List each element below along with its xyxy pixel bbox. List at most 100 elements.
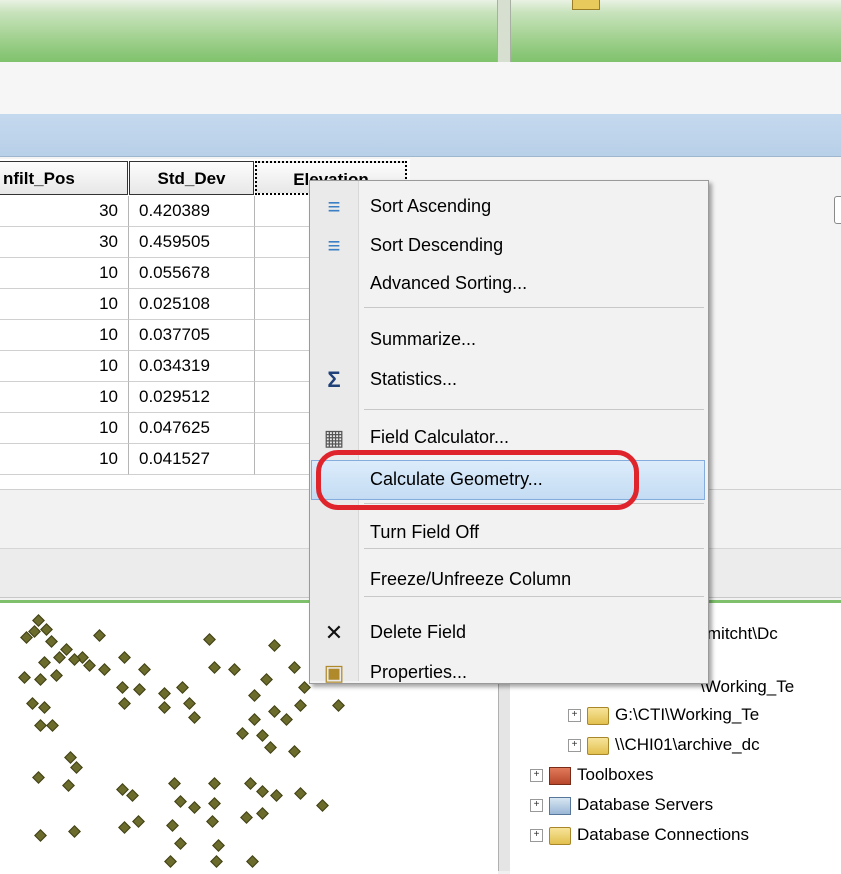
map-point-feature[interactable] <box>168 777 181 790</box>
menu-item-statistics[interactable]: Statistics... <box>370 362 457 398</box>
cell-infilt-pos[interactable]: 10 <box>0 382 129 413</box>
cell-infilt-pos[interactable]: 10 <box>0 258 129 289</box>
map-point-feature[interactable] <box>288 745 301 758</box>
map-point-feature[interactable] <box>164 855 177 868</box>
cell-std-dev[interactable]: 0.055678 <box>129 258 255 289</box>
cell-std-dev[interactable]: 0.459505 <box>129 227 255 258</box>
catalog-tree-item[interactable]: + Database Servers <box>530 790 713 820</box>
expand-plus-icon[interactable]: + <box>530 769 543 783</box>
cell-infilt-pos[interactable]: 10 <box>0 351 129 382</box>
map-point-feature[interactable] <box>126 789 139 802</box>
cell-std-dev[interactable]: 0.037705 <box>129 320 255 351</box>
map-point-feature[interactable] <box>62 779 75 792</box>
map-point-feature[interactable] <box>26 697 39 710</box>
map-point-feature[interactable] <box>288 661 301 674</box>
catalog-tree-item[interactable]: + G:\CTI\Working_Te <box>568 700 759 730</box>
map-point-feature[interactable] <box>118 651 131 664</box>
map-point-feature[interactable] <box>246 855 259 868</box>
map-point-feature[interactable] <box>70 761 83 774</box>
map-point-feature[interactable] <box>98 663 111 676</box>
map-point-feature[interactable] <box>174 837 187 850</box>
map-point-feature[interactable] <box>176 681 189 694</box>
map-point-feature[interactable] <box>166 819 179 832</box>
map-point-feature[interactable] <box>240 811 253 824</box>
catalog-tree-item[interactable]: \Working_Te <box>700 672 794 702</box>
map-point-feature[interactable] <box>45 635 58 648</box>
map-point-feature[interactable] <box>256 807 269 820</box>
map-point-feature[interactable] <box>256 785 269 798</box>
cell-std-dev[interactable]: 0.034319 <box>129 351 255 382</box>
map-point-feature[interactable] <box>210 855 223 868</box>
map-point-feature[interactable] <box>183 697 196 710</box>
map-point-feature[interactable] <box>264 741 277 754</box>
column-header-std-dev[interactable]: Std_Dev <box>129 161 254 195</box>
map-point-feature[interactable] <box>316 799 329 812</box>
menu-item-freeze-unfreeze-column[interactable]: Freeze/Unfreeze Column <box>370 562 571 598</box>
map-point-feature[interactable] <box>268 639 281 652</box>
map-point-feature[interactable] <box>208 777 221 790</box>
expand-plus-icon[interactable]: + <box>568 739 581 753</box>
map-point-feature[interactable] <box>133 683 146 696</box>
cell-std-dev[interactable]: 0.025108 <box>129 289 255 320</box>
map-point-feature[interactable] <box>332 699 345 712</box>
expand-plus-icon[interactable]: + <box>530 799 543 813</box>
cell-std-dev[interactable]: 0.029512 <box>129 382 255 413</box>
menu-item-properties[interactable]: Properties... <box>370 655 467 691</box>
panel-control-edge[interactable] <box>834 196 841 224</box>
menu-item-sort-ascending[interactable]: Sort Ascending <box>370 189 491 225</box>
cell-infilt-pos[interactable]: 10 <box>0 320 129 351</box>
map-point-feature[interactable] <box>228 663 241 676</box>
map-point-feature[interactable] <box>206 815 219 828</box>
map-point-feature[interactable] <box>138 663 151 676</box>
catalog-tree-item[interactable]: + \\CHI01\archive_dc <box>568 730 760 760</box>
menu-item-turn-field-off[interactable]: Turn Field Off <box>370 515 479 551</box>
map-point-feature[interactable] <box>158 701 171 714</box>
map-point-feature[interactable] <box>212 839 225 852</box>
map-point-feature[interactable] <box>34 829 47 842</box>
map-point-feature[interactable] <box>118 697 131 710</box>
menu-item-sort-descending[interactable]: Sort Descending <box>370 228 503 264</box>
map-point-feature[interactable] <box>132 815 145 828</box>
map-point-feature[interactable] <box>158 687 171 700</box>
top-panel-splitter[interactable] <box>497 0 511 62</box>
menu-item-summarize[interactable]: Summarize... <box>370 322 476 358</box>
cell-std-dev[interactable]: 0.041527 <box>129 444 255 475</box>
cell-infilt-pos[interactable]: 30 <box>0 227 129 258</box>
map-point-feature[interactable] <box>50 669 63 682</box>
map-point-feature[interactable] <box>118 821 131 834</box>
map-point-feature[interactable] <box>68 825 81 838</box>
map-point-feature[interactable] <box>18 671 31 684</box>
map-point-feature[interactable] <box>38 656 51 669</box>
map-point-feature[interactable] <box>256 729 269 742</box>
map-point-feature[interactable] <box>34 673 47 686</box>
map-point-feature[interactable] <box>188 711 201 724</box>
map-point-feature[interactable] <box>93 629 106 642</box>
cell-infilt-pos[interactable]: 10 <box>0 413 129 444</box>
map-point-feature[interactable] <box>248 689 261 702</box>
cell-std-dev[interactable]: 0.047625 <box>129 413 255 444</box>
map-point-feature[interactable] <box>270 789 283 802</box>
menu-item-advanced-sorting[interactable]: Advanced Sorting... <box>370 266 527 302</box>
expand-plus-icon[interactable]: + <box>568 709 581 723</box>
map-point-feature[interactable] <box>34 719 47 732</box>
map-point-feature[interactable] <box>208 797 221 810</box>
map-point-feature[interactable] <box>260 673 273 686</box>
map-point-feature[interactable] <box>244 777 257 790</box>
map-point-feature[interactable] <box>294 787 307 800</box>
map-point-feature[interactable] <box>268 705 281 718</box>
map-point-feature[interactable] <box>174 795 187 808</box>
cell-std-dev[interactable]: 0.420389 <box>129 196 255 227</box>
menu-item-delete-field[interactable]: Delete Field <box>370 615 466 651</box>
map-point-feature[interactable] <box>32 771 45 784</box>
map-point-feature[interactable] <box>236 727 249 740</box>
map-point-feature[interactable] <box>46 719 59 732</box>
map-point-feature[interactable] <box>188 801 201 814</box>
map-point-feature[interactable] <box>203 633 216 646</box>
map-point-feature[interactable] <box>280 713 293 726</box>
cell-infilt-pos[interactable]: 10 <box>0 289 129 320</box>
catalog-tree-item[interactable]: + Database Connections <box>530 820 749 850</box>
map-point-feature[interactable] <box>208 661 221 674</box>
map-point-feature[interactable] <box>248 713 261 726</box>
map-point-feature[interactable] <box>38 701 51 714</box>
cell-infilt-pos[interactable]: 10 <box>0 444 129 475</box>
